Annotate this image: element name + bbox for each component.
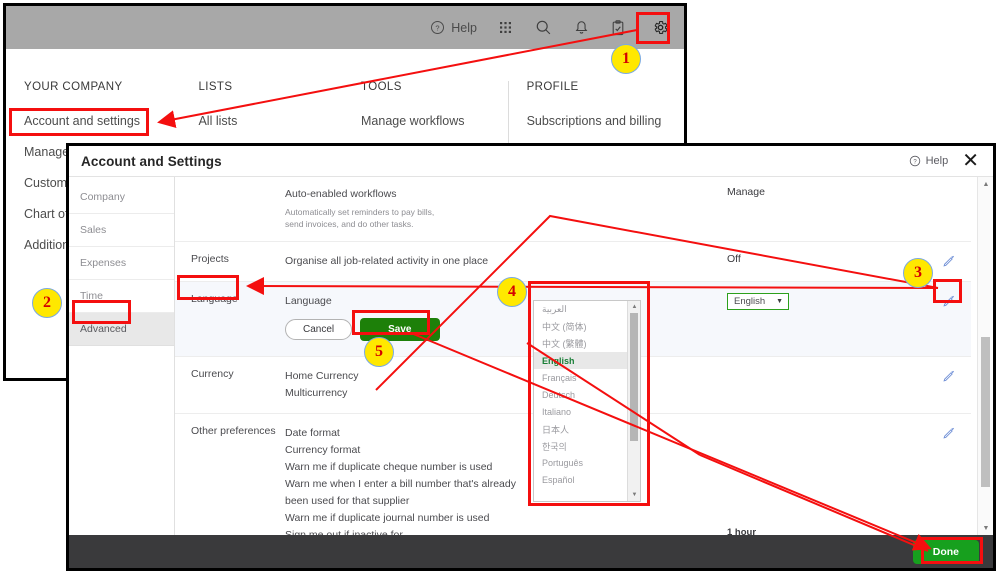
search-button[interactable]	[535, 19, 552, 36]
highlight-gear-icon	[636, 12, 670, 44]
menu-item-subscriptions-and-billing[interactable]: Subscriptions and billing	[527, 114, 684, 128]
menu-heading-lists: LISTS	[198, 81, 233, 93]
step-badge-4: 4	[497, 277, 527, 307]
step-badge-5: 5	[364, 337, 394, 367]
highlight-advanced-tab	[72, 300, 131, 324]
sidebar-item-label: Company	[80, 191, 125, 203]
pref-date-format: Date format	[285, 427, 340, 439]
multicurrency-title: Multicurrency	[285, 387, 348, 399]
language-actions: Cancel Save	[285, 310, 715, 345]
clipboard-icon	[612, 19, 624, 35]
cancel-button[interactable]: Cancel	[285, 319, 353, 340]
apps-grid-button[interactable]	[499, 21, 513, 35]
sidebar-item-label: Sales	[80, 224, 107, 236]
currency-value	[727, 368, 927, 402]
other-preferences-edit-button[interactable]	[927, 425, 971, 535]
projects-edit-button[interactable]	[927, 253, 971, 270]
menu-heading-profile: PROFILE	[526, 81, 579, 93]
help-button[interactable]: ? Help	[430, 20, 477, 35]
dialog-footer: Done	[69, 535, 993, 568]
workflows-manage-link[interactable]: Manage	[727, 186, 927, 230]
language-select[interactable]: English ▼	[727, 293, 789, 310]
sidebar-item-label: Advanced	[80, 323, 127, 335]
step-badge-3: 3	[903, 258, 933, 288]
pref-duplicate-bill: Warn me when I enter a bill number that'…	[285, 478, 516, 507]
menu-heading-your-company: YOUR COMPANY	[24, 81, 123, 93]
sidebar-item-expenses[interactable]: Expenses	[69, 247, 174, 280]
dialog-help-button[interactable]: ? Help	[909, 155, 949, 167]
tasks-clipboard-button[interactable]	[611, 19, 625, 36]
dialog-header: Account and Settings ? Help ✕	[69, 146, 993, 177]
search-icon	[536, 20, 551, 35]
screenshot-root: ? Help YOUR COMPANY Account and settings…	[0, 0, 999, 576]
projects-value: Off	[727, 253, 741, 265]
scroll-up-icon[interactable]: ▲	[978, 177, 993, 191]
bell-icon	[575, 20, 588, 34]
pencil-icon	[943, 255, 954, 267]
step-badge-2: 2	[32, 288, 62, 318]
highlight-language-label	[177, 275, 239, 300]
highlight-account-and-settings	[9, 108, 149, 136]
row-edit-cell	[927, 186, 971, 230]
row-label	[175, 186, 285, 230]
highlight-language-dropdown	[528, 281, 650, 506]
row-content: Date format Currency format Warn me if d…	[285, 425, 727, 535]
dialog-header-actions: ? Help ✕	[909, 151, 981, 171]
menu-heading-tools: TOOLS	[361, 81, 402, 93]
pref-duplicate-journal: Warn me if duplicate journal number is u…	[285, 512, 490, 524]
row-content: Home Currency Multicurrency	[285, 368, 727, 402]
projects-label: Projects	[191, 253, 229, 265]
highlight-save-button	[352, 310, 430, 335]
dialog-help-label: Help	[925, 155, 949, 167]
language-label: Language	[191, 293, 238, 305]
dialog-scrollbar[interactable]: ▲ ▼	[977, 177, 993, 535]
menu-item-manage-workflows[interactable]: Manage workflows	[361, 114, 508, 128]
help-label: Help	[451, 20, 477, 35]
help-icon: ?	[909, 155, 920, 167]
notifications-button[interactable]	[574, 20, 589, 36]
menu-item-all-lists[interactable]: All lists	[198, 114, 343, 128]
workflows-title: Auto-enabled workflows	[285, 188, 397, 200]
dialog-side-nav: Company Sales Expenses Time Advanced	[69, 177, 175, 535]
pencil-icon	[943, 370, 954, 382]
sidebar-item-sales[interactable]: Sales	[69, 214, 174, 247]
chevron-down-icon: ▼	[776, 298, 783, 305]
workflows-subtitle: Automatically set reminders to pay bills…	[285, 207, 435, 229]
row-content: Organise all job-related activity in one…	[285, 253, 727, 270]
close-icon[interactable]: ✕	[960, 151, 981, 171]
sidebar-item-company[interactable]: Company	[69, 181, 174, 214]
row-content: Auto-enabled workflows Automatically set…	[285, 186, 727, 230]
other-preferences-values: 1 hour	[727, 425, 927, 535]
highlight-done-button	[921, 537, 983, 564]
pencil-icon	[943, 427, 954, 439]
pref-currency-format: Currency format	[285, 444, 361, 456]
help-icon: ?	[431, 21, 445, 34]
projects-title: Organise all job-related activity in one…	[285, 255, 489, 267]
app-top-bar: ? Help	[6, 6, 684, 49]
currency-edit-button[interactable]	[927, 368, 971, 402]
svg-text:?: ?	[913, 159, 917, 165]
sign-out-value: 1 hour	[727, 527, 757, 535]
currency-label: Currency	[191, 368, 234, 380]
pref-sign-me-out: Sign me out if inactive for	[285, 529, 403, 535]
step-badge-1: 1	[611, 44, 641, 74]
home-currency-title: Home Currency	[285, 370, 359, 382]
svg-text:?: ?	[436, 24, 440, 33]
table-row: Auto-enabled workflows Automatically set…	[175, 177, 971, 242]
language-selected-value: English	[734, 296, 766, 307]
table-row: Projects Organise all job-related activi…	[175, 242, 971, 282]
other-preferences-label: Other preferences	[191, 425, 276, 437]
pref-duplicate-cheque: Warn me if duplicate cheque number is us…	[285, 461, 493, 473]
scrollbar-thumb[interactable]	[981, 337, 990, 487]
scroll-down-icon[interactable]: ▼	[978, 521, 993, 535]
highlight-language-pencil	[933, 279, 962, 303]
apps-grid-icon	[500, 21, 511, 33]
sidebar-item-label: Expenses	[80, 257, 127, 269]
dialog-title: Account and Settings	[81, 153, 222, 169]
language-select-cell: English ▼	[727, 293, 927, 345]
